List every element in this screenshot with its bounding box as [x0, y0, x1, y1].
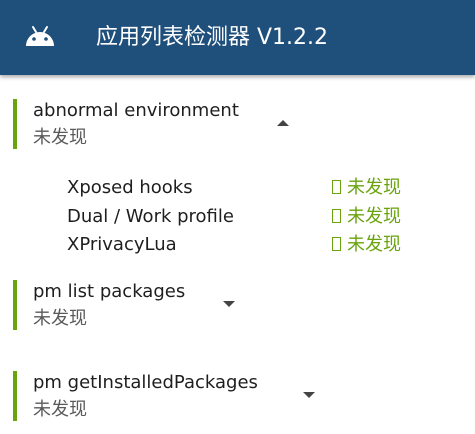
- app-title: 应用列表检测器 V1.2.2: [96, 25, 329, 50]
- expand-arrow-icon[interactable]: [303, 392, 315, 398]
- section-abnormal-environment: abnormal environment 未发现 Xposed hooks 未发…: [0, 99, 475, 259]
- check-mark-icon: [332, 237, 341, 251]
- section-pm-getinstalledpackages: pm getInstalledPackages 未发现: [0, 371, 475, 427]
- check-row-xprivacylua: XPrivacyLua 未发现: [0, 232, 475, 260]
- check-status-text: 未发现: [347, 177, 401, 198]
- section-title: pm getInstalledPackages: [33, 372, 258, 393]
- section-status: 未发现: [33, 308, 87, 329]
- check-label: XPrivacyLua: [67, 234, 177, 255]
- section-status: 未发现: [33, 127, 87, 148]
- expand-arrow-icon[interactable]: [223, 301, 235, 307]
- section-title: abnormal environment: [33, 100, 239, 121]
- collapse-arrow-icon[interactable]: [277, 120, 289, 126]
- section-header[interactable]: pm getInstalledPackages 未发现: [0, 371, 475, 427]
- check-row-xposed-hooks: Xposed hooks 未发现: [0, 175, 475, 203]
- check-label: Xposed hooks: [67, 177, 193, 198]
- section-header[interactable]: abnormal environment 未发现: [0, 99, 475, 155]
- section-header[interactable]: pm list packages 未发现: [0, 280, 475, 336]
- check-status: 未发现: [332, 232, 401, 258]
- check-mark-icon: [332, 180, 341, 194]
- android-icon: [26, 26, 54, 46]
- section-title: pm list packages: [33, 281, 186, 302]
- check-mark-icon: [332, 209, 341, 223]
- section-status: 未发现: [33, 399, 87, 420]
- check-status-text: 未发现: [347, 206, 401, 227]
- check-row-dual-work-profile: Dual / Work profile 未发现: [0, 204, 475, 232]
- check-label: Dual / Work profile: [67, 206, 234, 227]
- check-status-text: 未发现: [347, 234, 401, 255]
- section-pm-list-packages: pm list packages 未发现: [0, 280, 475, 336]
- check-status: 未发现: [332, 204, 401, 230]
- app-bar: 应用列表检测器 V1.2.2: [0, 0, 475, 75]
- check-status: 未发现: [332, 175, 401, 201]
